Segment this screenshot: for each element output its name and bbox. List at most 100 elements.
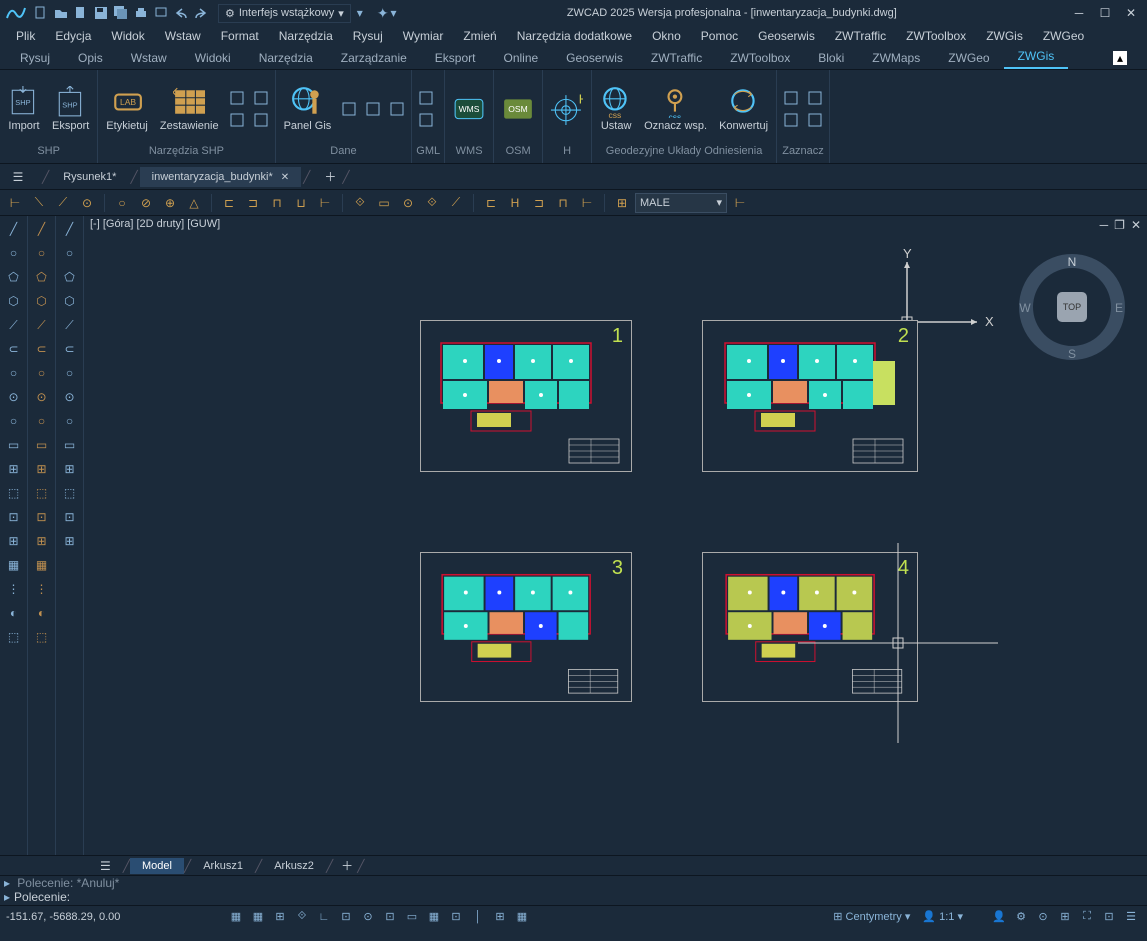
ribbon-tab-zwtoolbox[interactable]: ZWToolbox — [716, 47, 804, 69]
modify-tool-7[interactable]: ⊙ — [31, 386, 53, 408]
draw-tool-0[interactable]: ╱ — [3, 218, 25, 240]
floor-plan-1[interactable]: 1 — [420, 320, 632, 472]
sel3-icon[interactable] — [805, 88, 825, 108]
layout-tab-arkusz1[interactable]: Arkusz1 — [191, 858, 255, 874]
draw-tool-3[interactable]: ⬡ — [3, 290, 25, 312]
status-right-5[interactable]: ⊡ — [1099, 908, 1119, 926]
dim-style-combo[interactable]: MALE▾ — [635, 193, 727, 213]
status-toggle-8[interactable]: ▭ — [402, 908, 422, 926]
db-x-icon[interactable] — [363, 99, 383, 119]
modify-tool-6[interactable]: ○ — [31, 362, 53, 384]
floor-plan-2[interactable]: 2 — [702, 320, 918, 472]
status-toggle-4[interactable]: ∟ — [314, 908, 334, 926]
square-o-icon[interactable] — [251, 110, 271, 130]
draw-tool-5[interactable]: ⊂ — [3, 338, 25, 360]
modify-tool-5[interactable]: ⊂ — [31, 338, 53, 360]
qat-preview-icon[interactable] — [152, 4, 170, 22]
dim-tool-26[interactable]: ⊢ — [576, 192, 598, 214]
misc-tool-4[interactable]: ⟋ — [59, 314, 81, 336]
draw-tool-14[interactable]: ▦ — [3, 554, 25, 576]
menu-zwgeo[interactable]: ZWGeo — [1033, 27, 1094, 45]
ribbon-tab-widoki[interactable]: Widoki — [181, 47, 245, 69]
draw-tool-10[interactable]: ⊞ — [3, 458, 25, 480]
status-right-4[interactable]: ⛶ — [1077, 908, 1097, 926]
ribbon-btn-target-h[interactable]: H — [547, 91, 587, 127]
menu-zwgis[interactable]: ZWGis — [976, 27, 1033, 45]
draw-tool-4[interactable]: ⟋ — [3, 314, 25, 336]
dim-tool-10[interactable]: ⊏ — [218, 192, 240, 214]
dim-tool-7[interactable]: ⊕ — [159, 192, 181, 214]
qat-save-icon[interactable] — [92, 4, 110, 22]
close-button[interactable]: ✕ — [1119, 4, 1143, 22]
square-icon[interactable] — [251, 88, 271, 108]
status-toggle-1[interactable]: ▦ — [248, 908, 268, 926]
close-tab-icon[interactable]: ✕ — [281, 172, 289, 183]
hamburger-icon[interactable]: ☰ — [6, 167, 30, 187]
status-right-3[interactable]: ⊞ — [1055, 908, 1075, 926]
menu-wymiar[interactable]: Wymiar — [393, 27, 454, 45]
modify-tool-2[interactable]: ⬠ — [31, 266, 53, 288]
layout-menu-icon[interactable]: ☰ — [100, 859, 111, 873]
dim-tool-12[interactable]: ⊓ — [266, 192, 288, 214]
status-toggle-3[interactable]: ⟐ — [292, 908, 312, 926]
status-toggle-9[interactable]: ▦ — [424, 908, 444, 926]
ribbon-btn-ustaw[interactable]: cssUstaw — [596, 84, 636, 134]
ribbon-tab-bloki[interactable]: Bloki — [804, 47, 858, 69]
dim-tool-11[interactable]: ⊐ — [242, 192, 264, 214]
dim-tool-18[interactable]: ⊙ — [397, 192, 419, 214]
misc-tool-3[interactable]: ⬡ — [59, 290, 81, 312]
ribbon-tab-zwtraffic[interactable]: ZWTraffic — [637, 47, 716, 69]
sel4-icon[interactable] — [805, 110, 825, 130]
modify-tool-3[interactable]: ⬡ — [31, 290, 53, 312]
qat-print-icon[interactable] — [132, 4, 150, 22]
misc-tool-9[interactable]: ▭ — [59, 434, 81, 456]
gml-out-icon[interactable] — [416, 110, 436, 130]
view-cube[interactable]: N S E W TOP — [1017, 252, 1127, 362]
misc-tool-7[interactable]: ⊙ — [59, 386, 81, 408]
menu-narzędzia dodatkowe[interactable]: Narzędzia dodatkowe — [507, 27, 642, 45]
ribbon-tab-zwmaps[interactable]: ZWMaps — [858, 47, 934, 69]
qat-dropdown-icon[interactable]: ▾ — [357, 6, 363, 20]
modify-tool-12[interactable]: ⊡ — [31, 506, 53, 528]
ribbon-tab-zarządzanie[interactable]: Zarządzanie — [327, 47, 421, 69]
dim-tool-2[interactable]: ⟋ — [52, 192, 74, 214]
draw-tool-6[interactable]: ○ — [3, 362, 25, 384]
sparkle-icon[interactable]: ✦ — [377, 5, 389, 22]
misc-tool-2[interactable]: ⬠ — [59, 266, 81, 288]
menu-okno[interactable]: Okno — [642, 27, 691, 45]
dim-tool-13[interactable]: ⊔ — [290, 192, 312, 214]
dim-tool-14[interactable]: ⊢ — [314, 192, 336, 214]
status-toggle-5[interactable]: ⊡ — [336, 908, 356, 926]
draw-tool-17[interactable]: ⬚ — [3, 626, 25, 648]
status-right-1[interactable]: ⚙ — [1011, 908, 1031, 926]
dim-tool-1[interactable]: ⟍ — [28, 192, 50, 214]
modify-tool-15[interactable]: ⋮ — [31, 578, 53, 600]
draw-tool-1[interactable]: ○ — [3, 242, 25, 264]
ribbon-btn-eksport[interactable]: SHPEksport — [48, 84, 93, 134]
search-icon[interactable] — [227, 88, 247, 108]
ribbon-btn-etykietuj[interactable]: LABEtykietuj — [102, 84, 152, 134]
misc-tool-12[interactable]: ⊡ — [59, 506, 81, 528]
status-toggle-13[interactable]: ▦ — [512, 908, 532, 926]
status-toggle-6[interactable]: ⊙ — [358, 908, 378, 926]
modify-tool-16[interactable]: ◐ — [31, 602, 53, 624]
draw-tool-8[interactable]: ○ — [3, 410, 25, 432]
misc-tool-5[interactable]: ⊂ — [59, 338, 81, 360]
ribbon-tab-online[interactable]: Online — [489, 47, 552, 69]
dim-tool-6[interactable]: ⊘ — [135, 192, 157, 214]
qat-undo-icon[interactable] — [172, 4, 190, 22]
menu-rysuj[interactable]: Rysuj — [343, 27, 393, 45]
status-right-2[interactable]: ⊙ — [1033, 908, 1053, 926]
qat-saveall-icon[interactable] — [112, 4, 130, 22]
ribbon-tab-eksport[interactable]: Eksport — [421, 47, 490, 69]
cmd-arrow-icon[interactable]: ▸ — [4, 876, 10, 890]
status-toggle-2[interactable]: ⊞ — [270, 908, 290, 926]
vp-restore-icon[interactable]: ❐ — [1114, 218, 1125, 232]
ribbon-btn-osm[interactable]: OSM — [498, 91, 538, 127]
sel1-icon[interactable] — [781, 88, 801, 108]
ribbon-btn-wms[interactable]: WMS — [449, 91, 489, 127]
dim-tool-23[interactable]: H — [504, 192, 526, 214]
dim-tool-19[interactable]: ⟐ — [421, 192, 443, 214]
menu-zmień[interactable]: Zmień — [453, 27, 506, 45]
misc-tool-1[interactable]: ○ — [59, 242, 81, 264]
